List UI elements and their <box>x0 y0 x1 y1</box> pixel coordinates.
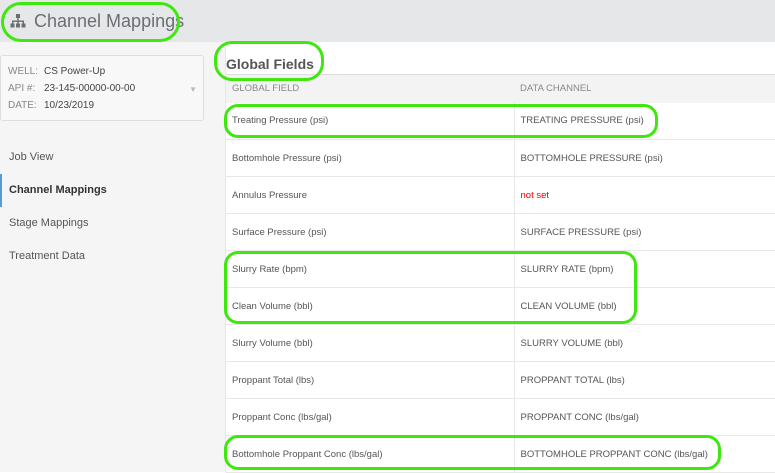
sidebar-nav: Job View Channel Mappings Stage Mappings… <box>0 141 225 273</box>
well-label: WELL: <box>8 66 39 77</box>
table-row[interactable]: Slurry Volume (bbl) SLURRY VOLUME (bbl) <box>226 324 775 362</box>
data-channel-cell[interactable]: not set <box>514 176 775 214</box>
table-row[interactable]: Annulus Pressure not set <box>226 176 775 214</box>
data-channel-cell[interactable]: SLURRY VOLUME (bbl) <box>514 324 775 362</box>
date-label: DATE: <box>8 100 37 111</box>
data-channel-cell[interactable]: PROPPANT CONC (lbs/gal) <box>514 398 775 436</box>
sidebar-item-stage-mappings[interactable]: Stage Mappings <box>0 207 225 240</box>
data-channel-cell[interactable]: SURFACE PRESSURE (psi) <box>514 213 775 251</box>
table-row[interactable]: Proppant Total (lbs) PROPPANT TOTAL (lbs) <box>226 361 775 399</box>
global-field-cell: Bottomhole Pressure (psi) <box>226 139 515 177</box>
global-field-cell: Proppant Total (lbs) <box>226 361 515 399</box>
table-row[interactable]: Surface Pressure (psi) SURFACE PRESSURE (… <box>226 213 775 251</box>
table-row[interactable]: Bottomhole Proppant Conc (lbs/gal) BOTTOM… <box>226 435 775 473</box>
sidebar-item-treatment-data[interactable]: Treatment Data <box>0 240 225 273</box>
well-selector[interactable]: WELL: CS Power-Up API #: 23-145-00000-00-0… <box>0 55 204 121</box>
table-row[interactable]: Proppant Conc (lbs/gal) PROPPANT CONC (lb… <box>226 398 775 436</box>
column-header-global-field: GLOBAL FIELD <box>226 74 514 103</box>
data-channel-cell[interactable]: PROPPANT TOTAL (lbs) <box>514 361 775 399</box>
date-value: 10/23/2019 <box>44 100 95 111</box>
table-row[interactable]: Clean Volume (bbl) CLEAN VOLUME (bbl) <box>226 287 775 325</box>
section-title: Global Fields <box>226 56 314 72</box>
global-field-cell: Surface Pressure (psi) <box>226 213 515 251</box>
table-row[interactable]: Bottomhole Pressure (psi) BOTTOMHOLE PRES… <box>226 139 775 177</box>
sidebar-item-job-view[interactable]: Job View <box>0 141 225 174</box>
well-value: CS Power-Up <box>44 66 106 77</box>
global-field-cell: Slurry Rate (bpm) <box>226 250 515 288</box>
data-channel-cell[interactable]: SLURRY RATE (bpm) <box>514 250 775 288</box>
data-channel-cell[interactable]: BOTTOMHOLE PRESSURE (psi) <box>514 139 775 177</box>
global-field-cell: Slurry Volume (bbl) <box>226 324 515 362</box>
chevron-down-icon[interactable]: ▼ <box>189 85 197 94</box>
global-field-cell: Annulus Pressure <box>226 176 515 214</box>
global-field-cell: Bottomhole Proppant Conc (lbs/gal) <box>226 435 515 473</box>
sidebar: WELL: CS Power-Up API #: 23-145-00000-00-0… <box>0 42 226 472</box>
global-field-cell: Proppant Conc (lbs/gal) <box>226 398 515 436</box>
sitemap-icon <box>10 14 26 28</box>
api-label: API #: <box>8 83 36 94</box>
api-value: 23-145-00000-00-00 <box>44 83 136 94</box>
top-bar: Channel Mappings <box>0 0 775 42</box>
global-field-cell: Clean Volume (bbl) <box>226 287 515 325</box>
data-channel-cell[interactable]: TREATING PRESSURE (psi) <box>514 102 775 140</box>
global-field-cell: Treating Pressure (psi) <box>226 102 515 140</box>
table-row[interactable]: Slurry Rate (bpm) SLURRY RATE (bpm) <box>226 250 775 288</box>
column-header-data-channel: DATA CHANNEL <box>514 74 775 103</box>
table-row[interactable]: Treating Pressure (psi) TREATING PRESSURE… <box>226 102 775 140</box>
sidebar-item-channel-mappings[interactable]: Channel Mappings <box>0 174 225 207</box>
global-fields-table: GLOBAL FIELD DATA CHANNEL Treating Press… <box>226 74 775 473</box>
page-title: Channel Mappings <box>34 10 185 31</box>
data-channel-cell[interactable]: BOTTOMHOLE PROPPANT CONC (lbs/gal) <box>514 435 775 473</box>
data-channel-cell[interactable]: CLEAN VOLUME (bbl) <box>514 287 775 325</box>
main-content: Global Fields GLOBAL FIELD DATA CHANNEL … <box>226 42 775 473</box>
